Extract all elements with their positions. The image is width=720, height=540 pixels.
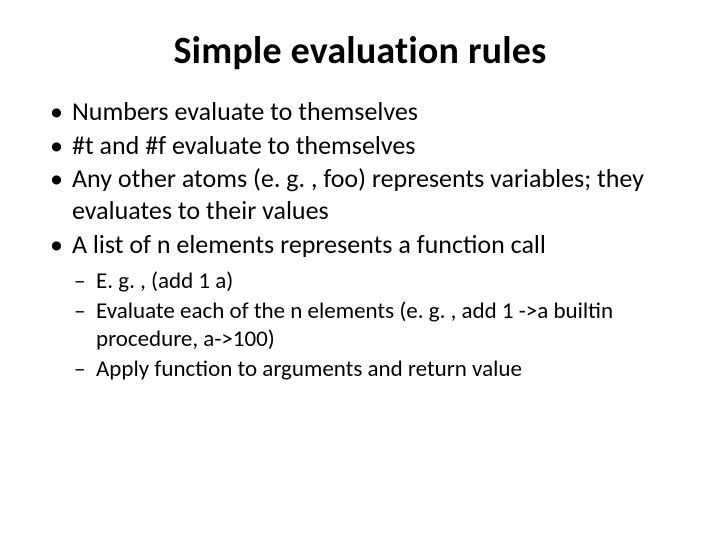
bullet-text: Any other atoms (e. g. , foo) represents… <box>72 162 644 226</box>
slide-title: Simple evaluation rules <box>44 28 676 74</box>
bullet-text: #t and #f evaluate to themselves <box>72 129 415 161</box>
bullet-text: A list of n elements represents a functi… <box>72 228 546 260</box>
bullet-item: Any other atoms (e. g. , foo) represents… <box>44 163 676 226</box>
sub-bullet-item: E. g. , (add 1 a) <box>44 267 676 295</box>
bullet-item: A list of n elements represents a functi… <box>44 229 676 261</box>
sub-bullet-item: Apply function to arguments and return v… <box>44 355 676 383</box>
bullet-list: Numbers evaluate to themselves #t and #f… <box>44 96 676 261</box>
sub-bullet-text: Apply function to arguments and return v… <box>96 355 522 383</box>
bullet-text: Numbers evaluate to themselves <box>72 95 418 127</box>
sub-bullet-list: E. g. , (add 1 a) Evaluate each of the n… <box>44 267 676 383</box>
sub-bullet-item: Evaluate each of the n elements (e. g. ,… <box>44 297 676 353</box>
bullet-item: Numbers evaluate to themselves <box>44 96 676 128</box>
bullet-item: #t and #f evaluate to themselves <box>44 130 676 162</box>
sub-bullet-text: E. g. , (add 1 a) <box>96 267 233 295</box>
slide: Simple evaluation rules Numbers evaluate… <box>0 0 720 540</box>
sub-bullet-text: Evaluate each of the n elements (e. g. ,… <box>96 297 613 353</box>
